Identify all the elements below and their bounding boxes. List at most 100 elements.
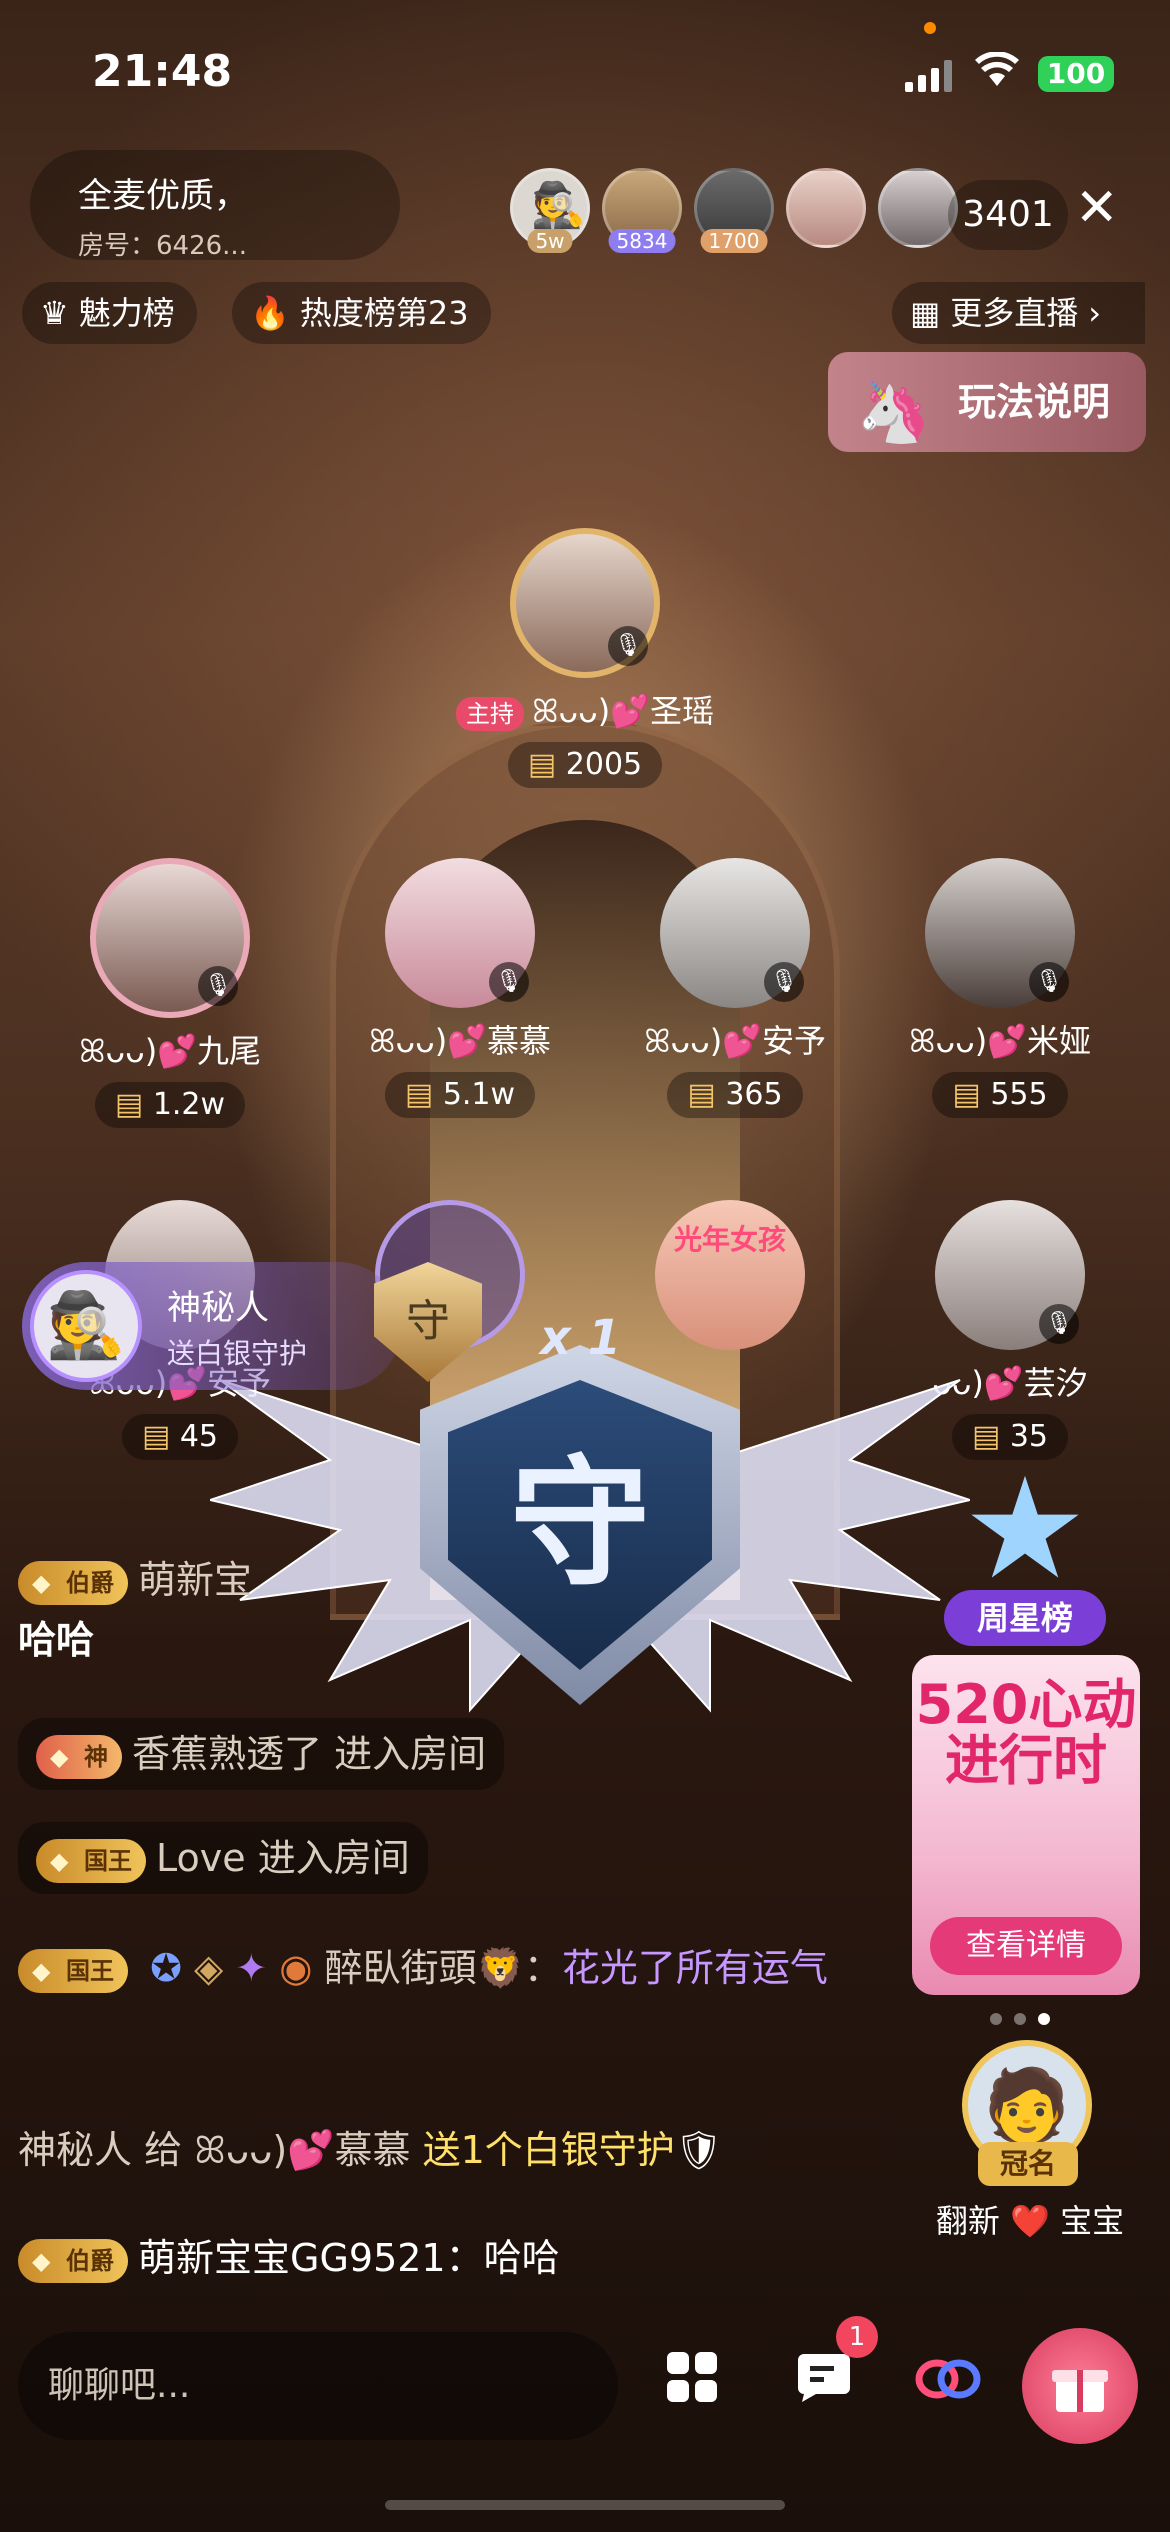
chat-text: 花光了所有运气 <box>561 1946 828 1990</box>
seat-avatar[interactable]: 🎙 <box>385 858 535 1008</box>
privacy-dot <box>924 22 936 34</box>
seat-avatar[interactable]: 🎙 <box>660 858 810 1008</box>
chat-bubble: 国王Love 进入房间 <box>18 1822 428 1894</box>
mic-seat-2[interactable]: 🎙 ꕤᴗᴗ)💕慕慕 ▤ 5.1w <box>340 858 580 1118</box>
chevron-right-icon: › <box>1088 294 1102 332</box>
viewer-avatar[interactable]: 🕵 5w <box>510 168 590 253</box>
chat-user: 香蕉熟透了 <box>132 1732 323 1776</box>
mic-seat-3[interactable]: 🎙 ꕤᴗᴗ)💕安予 ▤ 365 <box>615 858 855 1118</box>
level-badge: 伯爵 <box>18 1560 128 1605</box>
chat-message[interactable]: 伯爵萌新宝 哈哈 <box>18 1550 878 1670</box>
mic-off-icon: 🎙 <box>764 962 804 1002</box>
lion-icon: 🦁 <box>476 1946 524 1990</box>
viewer-avatar[interactable] <box>878 168 958 248</box>
viewer-avatar[interactable] <box>786 168 866 248</box>
room-number: 房号：6426... <box>78 231 247 261</box>
mic-off-icon: 🎙 <box>198 966 238 1006</box>
chat-message[interactable]: 国王 ✪ ◈ ✦ ◉ 醉臥街頭🦁：花光了所有运气 <box>18 1938 878 1998</box>
room-title: 全麦优质， <box>78 176 248 216</box>
top-viewers: 🕵 5w 5834 1700 <box>510 168 958 253</box>
chat-text: 哈哈 <box>18 1618 95 1662</box>
host-tag: 主持 <box>455 697 524 731</box>
more-live-button[interactable]: ▦ 更多直播 › <box>892 282 1146 344</box>
level-badge: 国王 <box>18 1948 128 1993</box>
mystery-icon: 🕵 <box>531 180 586 231</box>
heat-rank-button[interactable]: 🔥 热度榜第23 <box>232 282 491 344</box>
seat-name: ꕤᴗᴗ)💕米娅 <box>908 1022 1092 1060</box>
sponsor-name: 翻新 ❤️ 宝宝 <box>935 2202 1125 2240</box>
viewer-badge: 5w <box>527 229 573 253</box>
gift-box-icon: ▤ <box>527 747 566 782</box>
mic-icon: 🎙 <box>489 962 529 1002</box>
charm-rank-label: 魅力榜 <box>78 294 175 332</box>
chat-text: 哈哈 <box>483 2236 560 2280</box>
mic-off-icon: 🎙 <box>1039 1304 1079 1344</box>
viewer-avatar[interactable]: 5834 <box>602 168 682 253</box>
seat-name: ꕤᴗᴗ)💕慕慕 <box>368 1022 552 1060</box>
promo-details-button[interactable]: 查看详情 <box>930 1917 1122 1975</box>
guard-gift-icon: 🛡 <box>674 2128 724 2172</box>
level-badge: 伯爵 <box>18 2238 128 2283</box>
host-avatar[interactable]: 🎙 <box>510 528 660 678</box>
gift-sender: 神秘人 <box>167 1288 269 1328</box>
room-info[interactable]: 全麦优质， 房号：6426... <box>30 150 400 261</box>
chat-give: 给 <box>144 2128 183 2172</box>
viewer-avatar[interactable]: 1700 <box>694 168 774 253</box>
gift-button[interactable] <box>1022 2328 1138 2444</box>
seat-avatar[interactable]: 🎙 <box>925 858 1075 1008</box>
chat-message[interactable]: 国王Love 进入房间 <box>18 1822 878 1894</box>
clock: 21:48 <box>92 46 233 97</box>
mic-icon: 🎙 <box>608 626 648 666</box>
more-live-label: 更多直播 <box>950 294 1079 332</box>
chat-input[interactable]: 聊聊吧... <box>18 2332 618 2440</box>
chat-action: 进入房间 <box>257 1836 410 1880</box>
home-indicator[interactable] <box>385 2500 785 2510</box>
apps-grid-icon[interactable] <box>652 2346 732 2426</box>
mystery-avatar: 🕵 <box>30 1270 142 1382</box>
sponsor-tag: 冠名 <box>978 2142 1078 2186</box>
viewer-badge: 5834 <box>608 229 676 253</box>
host-name: ꕤᴗᴗ)💕圣瑶 <box>531 692 715 730</box>
weekly-star-button[interactable]: 周星榜 <box>944 1590 1106 1646</box>
promo-title: 520心动进行时 <box>915 1673 1137 1792</box>
link-icon[interactable] <box>908 2346 988 2426</box>
chat-user: 神秘人 <box>18 2128 133 2172</box>
bottom-bar: 聊聊吧... <box>0 2310 1170 2460</box>
rules-label: 玩法说明 <box>958 380 1111 424</box>
rocking-horse-icon: 🦄 <box>856 377 931 447</box>
gift-count: x 1 <box>540 1310 622 1366</box>
wifi-icon <box>975 51 1019 98</box>
unread-badge: 1 <box>836 2316 878 2358</box>
chat-message[interactable]: 神秘人 给 ꕤᴗᴗ)💕慕慕 送1个白银守护🛡 <box>18 2120 878 2180</box>
viewer-count[interactable]: 3401 <box>948 180 1068 250</box>
mic-seat-4[interactable]: 🎙 ꕤᴗᴗ)💕米娅 ▤ 555 <box>880 858 1120 1118</box>
mic-icon: 🎙 <box>1029 962 1069 1002</box>
carousel-dots <box>990 2013 1050 2025</box>
mic-seat-1[interactable]: 🎙 ꕤᴗᴗ)💕九尾 ▤ 1.2w <box>50 858 290 1128</box>
signal-icon <box>905 60 952 92</box>
heat-rank-label: 热度榜第23 <box>299 294 469 332</box>
viewer-badge: 1700 <box>700 229 768 253</box>
chat-bubble: 神香蕉熟透了 进入房间 <box>18 1718 505 1790</box>
seat-name: ꕤᴗᴗ)💕安予 <box>643 1022 827 1060</box>
chat-target: ꕤᴗᴗ)💕慕慕 <box>194 2128 411 2172</box>
chat-message[interactable]: 伯爵萌新宝宝GG9521：哈哈 <box>18 2228 878 2288</box>
seat-value: ▤ 5.1w <box>384 1072 536 1118</box>
chat-message[interactable]: 神香蕉熟透了 进入房间 <box>18 1718 878 1790</box>
rules-button[interactable]: 🦄 玩法说明 <box>828 352 1146 452</box>
chat-gift-text: 送1个白银守护 <box>422 2128 675 2172</box>
flame-icon: 🔥 <box>250 294 290 332</box>
chat-user: 萌新宝 <box>138 1558 253 1602</box>
host-seat[interactable]: 🎙 主持 ꕤᴗᴗ)💕圣瑶 ▤ 2005 <box>385 528 785 788</box>
star-icon: ★ <box>962 1448 1088 1611</box>
gift-description: 送白银守护 <box>167 1337 308 1370</box>
close-button[interactable]: ✕ <box>1075 178 1119 238</box>
seat-avatar[interactable]: 🎙 <box>90 858 250 1018</box>
chat-user: Love <box>156 1836 246 1880</box>
message-icon[interactable] <box>784 2346 864 2426</box>
gift-notice[interactable]: 🕵 神秘人 送白银守护 <box>22 1262 402 1390</box>
chat-user: 萌新宝宝GG9521： <box>138 2236 484 2280</box>
promo-banner[interactable]: 520心动进行时 查看详情 <box>912 1655 1140 1995</box>
status-bar: 21:48 100 <box>0 0 1170 140</box>
charm-rank-button[interactable]: ♛ 魅力榜 <box>22 282 197 344</box>
